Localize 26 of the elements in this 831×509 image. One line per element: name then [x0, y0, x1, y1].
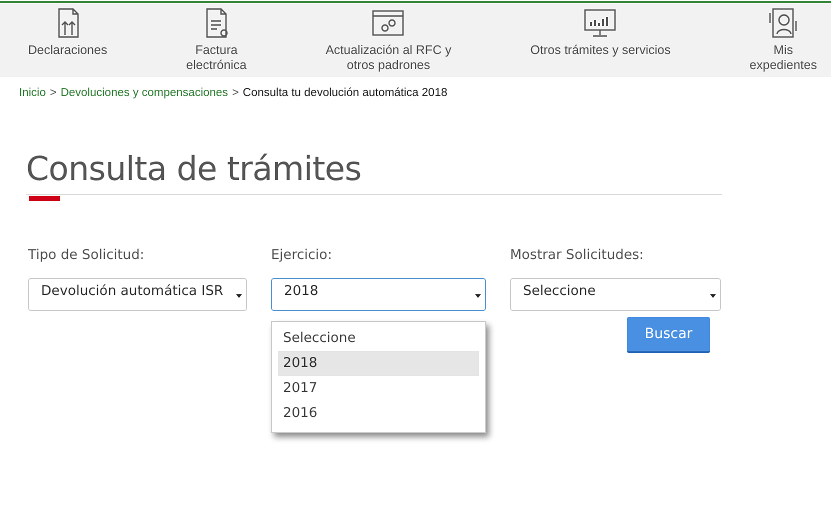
select-field[interactable]: 2018 [271, 278, 486, 311]
breadcrumb-current: Consulta tu devolución automática 2018 [242, 87, 448, 99]
nav-item[interactable]: Factura electrónica [186, 3, 247, 77]
monitor-chart-icon [583, 7, 618, 39]
caret-icon [710, 294, 716, 298]
nav-item[interactable]: Otros trámites y servicios [530, 3, 671, 77]
dropdown-option[interactable]: 2016 [278, 401, 479, 426]
caret-icon [475, 294, 481, 298]
dropdown-option[interactable]: 2017 [278, 376, 479, 401]
title-accent-bar [29, 196, 60, 201]
breadcrumb-separator: > [232, 87, 239, 99]
field-label: Mostrar Solicitudes: [510, 247, 645, 263]
select-field[interactable]: Devolución automática ISR [28, 278, 247, 311]
nav-item[interactable]: Mis expedientes [750, 3, 817, 77]
field-label: Tipo de Solicitud: [28, 247, 146, 263]
dropdown-option[interactable]: 2018 [278, 351, 479, 376]
breadcrumb-separator: > [50, 87, 57, 99]
nav-item[interactable]: Declaraciones [28, 3, 108, 77]
select-field[interactable]: Seleccione [510, 278, 721, 311]
breadcrumb-link[interactable]: Devoluciones y compensaciones [60, 87, 228, 99]
caret-icon [236, 294, 242, 298]
nav-item[interactable]: Actualización al RFC y otros padrones [326, 3, 452, 77]
breadcrumb-link[interactable]: Inicio [19, 87, 46, 99]
field-label: Ejercicio: [271, 247, 333, 263]
page-title: Consulta de trámites [26, 149, 362, 189]
dropdown-option[interactable]: Seleccione [278, 326, 479, 351]
